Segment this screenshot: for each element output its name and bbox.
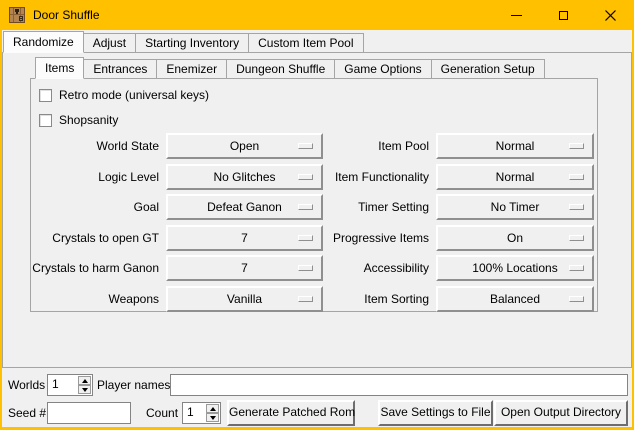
retro-mode-label: Retro mode (universal keys) [59, 88, 209, 102]
worlds-label: Worlds [8, 374, 45, 396]
window-title: Door Shuffle [33, 8, 100, 22]
logic-level-value: No Glitches [213, 170, 275, 184]
close-icon [605, 10, 616, 21]
crystals-ganon-label: Crystals to harm Ganon [11, 255, 159, 281]
tab-dungeon-shuffle[interactable]: Dungeon Shuffle [226, 59, 335, 79]
dropdown-indicator-icon [569, 204, 584, 210]
spin-down-button[interactable] [78, 385, 91, 394]
arrow-down-icon [210, 416, 216, 420]
item-pool-value: Normal [496, 139, 535, 153]
accessibility-dropdown[interactable]: 100% Locations [436, 255, 594, 281]
progressive-items-label: Progressive Items [271, 225, 429, 251]
retro-mode-checkbox-row: Retro mode (universal keys) [39, 88, 209, 102]
item-pool-label: Item Pool [271, 133, 429, 159]
arrow-down-icon [82, 388, 88, 392]
dropdown-indicator-icon [569, 235, 584, 241]
dropdown-indicator-icon [569, 174, 584, 180]
minimize-button[interactable] [493, 0, 540, 30]
close-button[interactable] [587, 0, 634, 30]
timer-setting-dropdown[interactable]: No Timer [436, 194, 594, 220]
tab-enemizer[interactable]: Enemizer [156, 59, 227, 79]
timer-setting-label: Timer Setting [271, 194, 429, 220]
tab-randomize[interactable]: Randomize [3, 31, 84, 53]
seed-label: Seed # [8, 402, 46, 424]
world-state-value: Open [230, 139, 259, 153]
titlebar[interactable]: Door Shuffle [0, 0, 634, 30]
crystals-gt-label: Crystals to open GT [31, 225, 159, 251]
item-sorting-value: Balanced [490, 292, 540, 306]
spin-up-button[interactable] [206, 404, 219, 413]
crystals-gt-value: 7 [241, 231, 248, 245]
open-output-directory-button[interactable]: Open Output Directory [494, 400, 628, 426]
shopsanity-checkbox[interactable] [39, 114, 52, 127]
count-value: 1 [187, 405, 194, 419]
item-functionality-value: Normal [496, 170, 535, 184]
app-window: Door Shuffle Randomize Adjust Starting I… [0, 0, 634, 430]
player-names-input[interactable] [170, 374, 628, 396]
item-functionality-label: Item Functionality [271, 164, 429, 190]
progressive-items-value: On [507, 231, 523, 245]
accessibility-label: Accessibility [271, 255, 429, 281]
maximize-button[interactable] [540, 0, 587, 30]
count-spin-buttons [206, 404, 219, 422]
door-app-icon [9, 7, 25, 23]
tab-adjust[interactable]: Adjust [83, 33, 136, 53]
item-sorting-dropdown[interactable]: Balanced [436, 286, 594, 312]
maximize-icon [559, 11, 568, 20]
count-label: Count [146, 402, 178, 424]
tab-game-options[interactable]: Game Options [334, 59, 431, 79]
seed-input[interactable] [47, 402, 131, 424]
items-page: Retro mode (universal keys) Shopsanity W… [30, 78, 598, 312]
worlds-spinbox[interactable]: 1 [47, 374, 93, 396]
weapons-label: Weapons [31, 286, 159, 312]
goal-label: Goal [31, 194, 159, 220]
client-area: Randomize Adjust Starting Inventory Cust… [2, 30, 632, 427]
tab-items[interactable]: Items [35, 57, 84, 79]
spin-up-button[interactable] [78, 376, 91, 385]
item-functionality-dropdown[interactable]: Normal [436, 164, 594, 190]
dropdown-indicator-icon [569, 296, 584, 302]
world-state-label: World State [31, 133, 159, 159]
arrow-up-icon [210, 407, 216, 411]
logic-level-label: Logic Level [31, 164, 159, 190]
item-sorting-label: Item Sorting [271, 286, 429, 312]
dropdown-indicator-icon [569, 265, 584, 271]
crystals-ganon-value: 7 [241, 261, 248, 275]
spin-down-button[interactable] [206, 413, 219, 422]
save-settings-button[interactable]: Save Settings to File [378, 400, 493, 426]
count-spinbox[interactable]: 1 [182, 402, 221, 424]
weapons-value: Vanilla [227, 292, 262, 306]
tab-custom-item-pool[interactable]: Custom Item Pool [248, 33, 363, 53]
item-pool-dropdown[interactable]: Normal [436, 133, 594, 159]
worlds-value: 1 [52, 377, 59, 391]
retro-mode-checkbox[interactable] [39, 89, 52, 102]
arrow-up-icon [82, 379, 88, 383]
timer-setting-value: No Timer [491, 200, 540, 214]
progressive-items-dropdown[interactable]: On [436, 225, 594, 251]
minimize-icon [511, 15, 522, 16]
generate-patched-rom-button[interactable]: Generate Patched Rom [227, 400, 355, 426]
inner-tab-bar: Items Entrances Enemizer Dungeon Shuffle… [35, 57, 544, 79]
tab-generation-setup[interactable]: Generation Setup [431, 59, 545, 79]
accessibility-value: 100% Locations [472, 261, 557, 275]
dropdown-indicator-icon [569, 143, 584, 149]
worlds-spin-buttons [78, 376, 91, 394]
shopsanity-checkbox-row: Shopsanity [39, 113, 118, 127]
tab-starting-inventory[interactable]: Starting Inventory [135, 33, 249, 53]
shopsanity-label: Shopsanity [59, 113, 118, 127]
outer-tab-bar: Randomize Adjust Starting Inventory Cust… [3, 31, 363, 53]
tab-entrances[interactable]: Entrances [83, 59, 157, 79]
player-names-label: Player names [97, 374, 170, 396]
